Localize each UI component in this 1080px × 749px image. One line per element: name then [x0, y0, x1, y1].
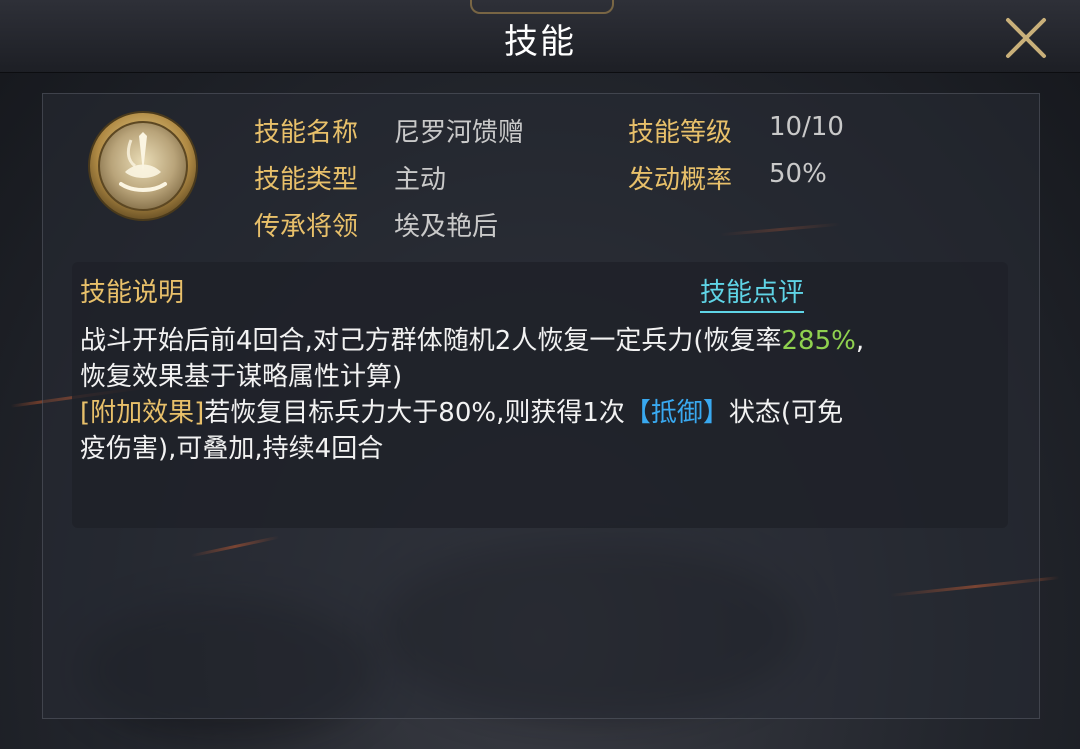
skill-type-label: 技能类型: [254, 165, 359, 195]
window-title: 技能: [504, 22, 576, 62]
skill-level-label: 技能等级: [628, 118, 733, 148]
skill-emblem-icon: [88, 111, 198, 221]
skill-review-link[interactable]: 技能点评: [700, 272, 805, 313]
recovery-rate-highlight: 285%: [781, 326, 856, 356]
description-title: 技能说明: [80, 278, 185, 308]
description-text: 状态(可免: [728, 398, 844, 428]
description-text: 战斗开始后前4回合,对己方群体随机2人恢复一定兵力(恢复率: [80, 326, 782, 356]
status-keyword: 【抵御】: [624, 398, 729, 428]
skill-icon-frame: [87, 110, 199, 222]
close-button[interactable]: [1000, 14, 1052, 62]
title-ornament: [470, 0, 614, 14]
description-text: 恢复效果基于谋略属性计算): [80, 362, 403, 392]
skill-type-value: 主动: [394, 165, 447, 195]
skill-level-value: 10/10: [769, 112, 844, 142]
extra-effect-tag: [附加效果]: [80, 398, 205, 428]
trigger-chance-label: 发动概率: [628, 165, 733, 195]
close-icon: [1006, 18, 1046, 58]
title-bar: 技能: [0, 0, 1080, 73]
description-text: 若恢复目标兵力大于80%,则获得1次: [204, 398, 625, 428]
trigger-chance-value: 50%: [769, 159, 827, 189]
description-line-4: 疫伤害),可叠加,持续4回合: [80, 428, 383, 465]
description-text: ,: [855, 326, 865, 356]
inherit-general-label: 传承将领: [254, 212, 359, 242]
description-line-3: [附加效果]若恢复目标兵力大于80%,则获得1次【抵御】状态(可免: [80, 392, 843, 429]
description-text: 疫伤害),可叠加,持续4回合: [80, 434, 384, 464]
description-line-2: 恢复效果基于谋略属性计算): [80, 356, 402, 393]
inherit-general-value: 埃及艳后: [394, 212, 499, 242]
skill-name-value: 尼罗河馈赠: [394, 118, 525, 148]
skill-name-label: 技能名称: [254, 118, 359, 148]
description-line-1: 战斗开始后前4回合,对己方群体随机2人恢复一定兵力(恢复率285%,: [80, 320, 864, 357]
